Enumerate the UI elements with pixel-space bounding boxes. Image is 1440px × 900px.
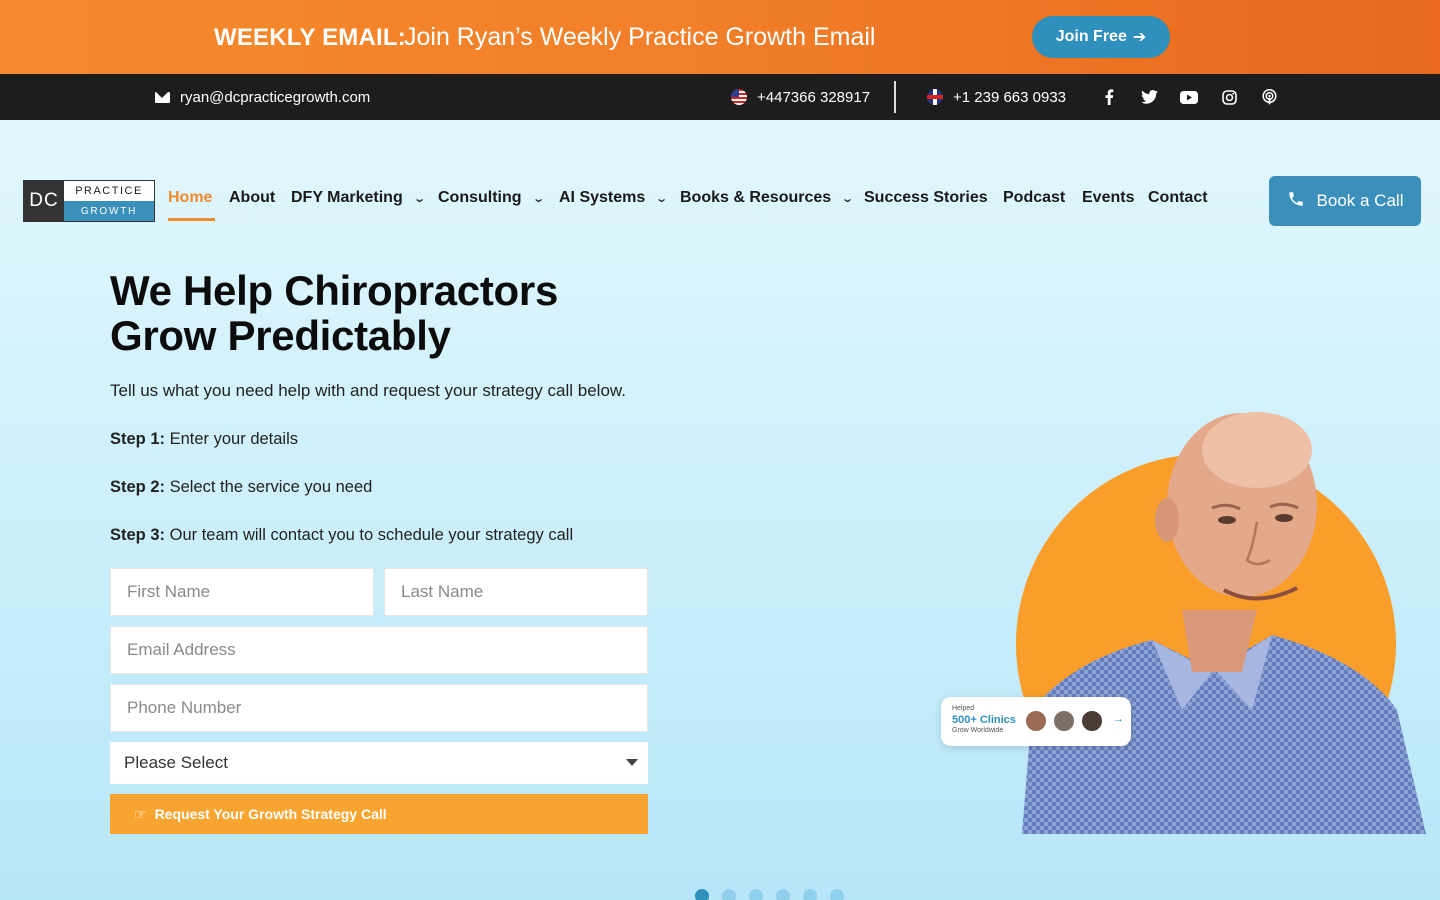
nav-about[interactable]: About bbox=[229, 189, 275, 207]
hero-title-line1: We Help Chiropractors bbox=[110, 267, 559, 314]
envelope-icon bbox=[155, 91, 170, 103]
instagram-icon[interactable] bbox=[1219, 74, 1239, 120]
caret-down-icon bbox=[626, 759, 638, 766]
nav-consulting-label: Consulting bbox=[438, 189, 522, 206]
youtube-icon[interactable] bbox=[1179, 74, 1199, 120]
nav-podcast-label: Podcast bbox=[1003, 189, 1066, 206]
carousel-dot[interactable] bbox=[722, 889, 736, 900]
carousel-dot[interactable] bbox=[749, 889, 763, 900]
carousel-dot[interactable] bbox=[695, 889, 709, 900]
carousel-dot[interactable] bbox=[803, 889, 817, 900]
contact-divider bbox=[894, 81, 896, 113]
nav-home-label: Home bbox=[168, 189, 213, 206]
nav-books-resources[interactable]: Books & Resources ⌄ bbox=[680, 189, 855, 207]
step-1: Step 1: Enter your details bbox=[110, 430, 298, 449]
logo-practice: PRACTICE bbox=[64, 181, 154, 201]
step-1-label: Step 1: bbox=[110, 430, 166, 448]
step-2: Step 2: Select the service you need bbox=[110, 478, 372, 497]
join-free-label: Join Free bbox=[1055, 28, 1127, 45]
email-link[interactable]: ryan@dcpracticegrowth.com bbox=[155, 74, 370, 120]
portrait-image bbox=[1012, 410, 1428, 834]
hero-title-line2: Grow Predictably bbox=[110, 312, 451, 359]
email-text: ryan@dcpracticegrowth.com bbox=[180, 88, 371, 106]
book-call-button[interactable]: Book a Call bbox=[1269, 176, 1421, 226]
facebook-icon[interactable] bbox=[1099, 74, 1119, 120]
phone-uk-text: +1 239 663 0933 bbox=[953, 88, 1067, 106]
nav-dfy-marketing[interactable]: DFY Marketing ⌄ bbox=[291, 189, 426, 207]
nav-contact-label: Contact bbox=[1148, 189, 1208, 206]
last-name-placeholder: Last Name bbox=[401, 582, 484, 601]
nav-books-label: Books & Resources bbox=[680, 189, 832, 206]
twitter-icon[interactable] bbox=[1139, 74, 1159, 120]
service-select[interactable]: Please Select bbox=[110, 742, 648, 784]
request-call-label: Request Your Growth Strategy Call bbox=[154, 806, 387, 822]
phone-placeholder: Phone Number bbox=[127, 698, 242, 717]
nav-success-stories[interactable]: Success Stories bbox=[864, 189, 988, 207]
logo-dc: DC bbox=[24, 181, 64, 221]
carousel-dot[interactable] bbox=[776, 889, 790, 900]
request-call-button[interactable]: ☞ Request Your Growth Strategy Call bbox=[110, 794, 648, 834]
nav-events[interactable]: Events bbox=[1082, 189, 1134, 207]
phone-icon bbox=[1287, 190, 1305, 213]
nav-dfy-label: DFY Marketing bbox=[291, 189, 403, 206]
nav-ai-label: AI Systems bbox=[559, 189, 646, 206]
chevron-down-icon: ⌄ bbox=[655, 192, 669, 205]
clinics-badge: Helped 500+ Clinics Grow Worldwide → bbox=[941, 697, 1131, 746]
book-call-label: Book a Call bbox=[1316, 191, 1404, 210]
service-select-value: Please Select bbox=[124, 753, 228, 772]
nav-consulting[interactable]: Consulting ⌄ bbox=[438, 189, 545, 207]
carousel-prev-icon[interactable]: ‹ bbox=[106, 543, 113, 566]
badge-sub: Grow Worldwide bbox=[952, 727, 1004, 734]
hero-title: We Help Chiropractors Grow Predictably bbox=[110, 268, 710, 358]
podcast-icon[interactable] bbox=[1259, 74, 1279, 120]
step-1-text: Enter your details bbox=[169, 430, 299, 448]
step-2-label: Step 2: bbox=[110, 478, 166, 496]
step-3: Step 3: Our team will contact you to sch… bbox=[110, 526, 573, 545]
us-flag-icon bbox=[731, 89, 747, 105]
nav-events-label: Events bbox=[1082, 189, 1135, 206]
nav-home[interactable]: Home bbox=[168, 189, 212, 207]
nav-active-indicator bbox=[168, 218, 215, 221]
badge-helped: Helped bbox=[952, 705, 975, 712]
chevron-down-icon: ⌄ bbox=[841, 192, 855, 205]
site-logo[interactable]: DC PRACTICE GROWTH bbox=[23, 180, 155, 222]
avatar bbox=[1052, 709, 1076, 733]
hero-subtitle: Tell us what you need help with and requ… bbox=[110, 381, 626, 400]
nav-success-label: Success Stories bbox=[864, 189, 988, 206]
arrow-right-icon: → bbox=[1113, 713, 1124, 725]
last-name-field[interactable]: Last Name bbox=[384, 568, 648, 616]
carousel-dot[interactable] bbox=[830, 889, 844, 900]
avatar bbox=[1024, 709, 1048, 733]
step-3-label: Step 3: bbox=[110, 526, 166, 544]
arrow-right-icon: ➔ bbox=[1132, 29, 1147, 46]
logo-growth: GROWTH bbox=[64, 201, 154, 221]
step-2-text: Select the service you need bbox=[169, 478, 373, 496]
nav-about-label: About bbox=[229, 189, 276, 206]
phone-us-text: +447366 328917 bbox=[757, 88, 871, 106]
hand-pointer-icon: ☞ bbox=[134, 805, 147, 822]
promo-label: WEEKLY EMAIL: bbox=[214, 24, 406, 51]
promo-text: Join Ryan’s Weekly Practice Growth Email bbox=[404, 23, 876, 51]
phone-link-uk[interactable]: +1 239 663 0933 bbox=[927, 74, 1066, 120]
chevron-down-icon: ⌄ bbox=[531, 192, 545, 205]
phone-link-us[interactable]: +447366 328917 bbox=[731, 74, 870, 120]
phone-field[interactable]: Phone Number bbox=[110, 684, 648, 732]
first-name-placeholder: First Name bbox=[127, 582, 211, 601]
first-name-field[interactable]: First Name bbox=[110, 568, 374, 616]
step-3-text: Our team will contact you to schedule yo… bbox=[169, 526, 574, 544]
nav-podcast[interactable]: Podcast bbox=[1003, 189, 1065, 207]
avatar bbox=[1080, 709, 1104, 733]
carousel-dots bbox=[695, 889, 844, 900]
uk-flag-icon bbox=[927, 89, 943, 105]
chevron-down-icon: ⌄ bbox=[412, 192, 426, 205]
nav-contact[interactable]: Contact bbox=[1148, 189, 1208, 207]
promo-banner: WEEKLY EMAIL: Join Ryan’s Weekly Practic… bbox=[0, 0, 1440, 74]
join-free-button[interactable]: Join Free ➔ bbox=[1032, 16, 1170, 58]
email-field[interactable]: Email Address bbox=[110, 626, 648, 674]
nav-ai-systems[interactable]: AI Systems ⌄ bbox=[559, 189, 669, 207]
email-placeholder: Email Address bbox=[127, 640, 236, 659]
badge-count: 500+ Clinics bbox=[952, 714, 1016, 726]
